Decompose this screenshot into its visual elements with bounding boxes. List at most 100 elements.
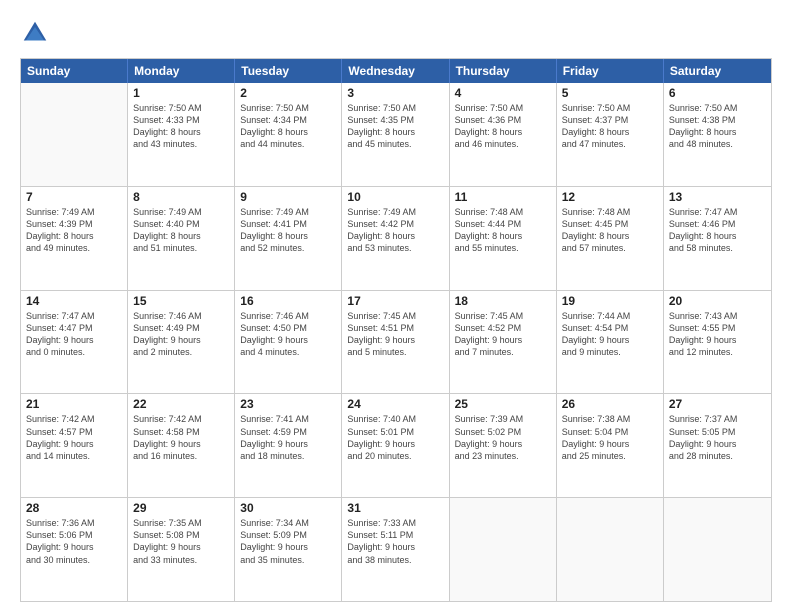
cell-info: Sunrise: 7:49 AMSunset: 4:40 PMDaylight:…	[133, 206, 229, 255]
empty-cell	[557, 498, 664, 601]
day-number: 15	[133, 294, 229, 308]
header	[20, 18, 772, 48]
cell-info: Sunrise: 7:47 AMSunset: 4:47 PMDaylight:…	[26, 310, 122, 359]
calendar: SundayMondayTuesdayWednesdayThursdayFrid…	[20, 58, 772, 602]
logo-icon	[20, 18, 50, 48]
day-number: 18	[455, 294, 551, 308]
day-number: 26	[562, 397, 658, 411]
logo	[20, 18, 54, 48]
day-cell-6: 6Sunrise: 7:50 AMSunset: 4:38 PMDaylight…	[664, 83, 771, 186]
cell-info: Sunrise: 7:46 AMSunset: 4:49 PMDaylight:…	[133, 310, 229, 359]
day-number: 9	[240, 190, 336, 204]
day-cell-29: 29 Sunrise: 7:35 AMSunset: 5:08 PMDayligh…	[128, 498, 235, 601]
day-cell-2: 2 Sunrise: 7:50 AMSunset: 4:34 PMDaylight…	[235, 83, 342, 186]
empty-cell	[21, 83, 128, 186]
cell-info: Sunrise: 7:49 AMSunset: 4:41 PMDaylight:…	[240, 206, 336, 255]
day-cell-10: 10 Sunrise: 7:49 AMSunset: 4:42 PMDayligh…	[342, 187, 449, 290]
day-cell-25: 25 Sunrise: 7:39 AMSunset: 5:02 PMDayligh…	[450, 394, 557, 497]
weekday-header-monday: Monday	[128, 59, 235, 83]
cell-info: Sunrise: 7:47 AMSunset: 4:46 PMDaylight:…	[669, 206, 766, 255]
calendar-row-0: 1Sunrise: 7:50 AMSunset: 4:33 PMDaylight…	[21, 83, 771, 187]
day-number: 8	[133, 190, 229, 204]
cell-info: Sunrise: 7:36 AMSunset: 5:06 PMDaylight:…	[26, 517, 122, 566]
cell-info: Sunrise: 7:33 AMSunset: 5:11 PMDaylight:…	[347, 517, 443, 566]
day-cell-11: 11 Sunrise: 7:48 AMSunset: 4:44 PMDayligh…	[450, 187, 557, 290]
day-number: 24	[347, 397, 443, 411]
day-number: 31	[347, 501, 443, 515]
cell-info: Sunrise: 7:43 AMSunset: 4:55 PMDaylight:…	[669, 310, 766, 359]
cell-info: Sunrise: 7:50 AMSunset: 4:36 PMDaylight:…	[455, 102, 551, 151]
day-cell-16: 16 Sunrise: 7:46 AMSunset: 4:50 PMDayligh…	[235, 291, 342, 394]
day-cell-21: 21 Sunrise: 7:42 AMSunset: 4:57 PMDayligh…	[21, 394, 128, 497]
empty-cell	[664, 498, 771, 601]
day-cell-12: 12 Sunrise: 7:48 AMSunset: 4:45 PMDayligh…	[557, 187, 664, 290]
page: SundayMondayTuesdayWednesdayThursdayFrid…	[0, 0, 792, 612]
day-number: 5	[562, 86, 658, 100]
empty-cell	[450, 498, 557, 601]
day-cell-20: 20 Sunrise: 7:43 AMSunset: 4:55 PMDayligh…	[664, 291, 771, 394]
day-cell-23: 23 Sunrise: 7:41 AMSunset: 4:59 PMDayligh…	[235, 394, 342, 497]
day-cell-22: 22Sunrise: 7:42 AMSunset: 4:58 PMDayligh…	[128, 394, 235, 497]
day-number: 30	[240, 501, 336, 515]
day-number: 11	[455, 190, 551, 204]
day-cell-3: 3Sunrise: 7:50 AMSunset: 4:35 PMDaylight…	[342, 83, 449, 186]
cell-info: Sunrise: 7:41 AMSunset: 4:59 PMDaylight:…	[240, 413, 336, 462]
day-cell-30: 30 Sunrise: 7:34 AMSunset: 5:09 PMDayligh…	[235, 498, 342, 601]
calendar-body: 1Sunrise: 7:50 AMSunset: 4:33 PMDaylight…	[21, 83, 771, 601]
day-number: 14	[26, 294, 122, 308]
weekday-header-tuesday: Tuesday	[235, 59, 342, 83]
cell-info: Sunrise: 7:49 AMSunset: 4:39 PMDaylight:…	[26, 206, 122, 255]
day-number: 25	[455, 397, 551, 411]
day-cell-14: 14 Sunrise: 7:47 AMSunset: 4:47 PMDayligh…	[21, 291, 128, 394]
cell-info: Sunrise: 7:50 AMSunset: 4:33 PMDaylight:…	[133, 102, 229, 151]
cell-info: Sunrise: 7:48 AMSunset: 4:44 PMDaylight:…	[455, 206, 551, 255]
day-number: 13	[669, 190, 766, 204]
day-cell-5: 5 Sunrise: 7:50 AMSunset: 4:37 PMDaylight…	[557, 83, 664, 186]
day-cell-15: 15 Sunrise: 7:46 AMSunset: 4:49 PMDayligh…	[128, 291, 235, 394]
cell-info: Sunrise: 7:42 AMSunset: 4:57 PMDaylight:…	[26, 413, 122, 462]
cell-info: Sunrise: 7:42 AMSunset: 4:58 PMDaylight:…	[133, 413, 229, 462]
day-cell-27: 27Sunrise: 7:37 AMSunset: 5:05 PMDayligh…	[664, 394, 771, 497]
cell-info: Sunrise: 7:38 AMSunset: 5:04 PMDaylight:…	[562, 413, 658, 462]
day-cell-24: 24 Sunrise: 7:40 AMSunset: 5:01 PMDayligh…	[342, 394, 449, 497]
cell-info: Sunrise: 7:34 AMSunset: 5:09 PMDaylight:…	[240, 517, 336, 566]
day-number: 21	[26, 397, 122, 411]
cell-info: Sunrise: 7:48 AMSunset: 4:45 PMDaylight:…	[562, 206, 658, 255]
cell-info: Sunrise: 7:50 AMSunset: 4:37 PMDaylight:…	[562, 102, 658, 151]
cell-info: Sunrise: 7:40 AMSunset: 5:01 PMDaylight:…	[347, 413, 443, 462]
day-number: 19	[562, 294, 658, 308]
day-number: 17	[347, 294, 443, 308]
cell-info: Sunrise: 7:46 AMSunset: 4:50 PMDaylight:…	[240, 310, 336, 359]
cell-info: Sunrise: 7:50 AMSunset: 4:38 PMDaylight:…	[669, 102, 766, 151]
day-number: 27	[669, 397, 766, 411]
day-cell-19: 19 Sunrise: 7:44 AMSunset: 4:54 PMDayligh…	[557, 291, 664, 394]
cell-info: Sunrise: 7:45 AMSunset: 4:52 PMDaylight:…	[455, 310, 551, 359]
day-number: 12	[562, 190, 658, 204]
cell-info: Sunrise: 7:39 AMSunset: 5:02 PMDaylight:…	[455, 413, 551, 462]
day-number: 28	[26, 501, 122, 515]
day-number: 2	[240, 86, 336, 100]
day-number: 23	[240, 397, 336, 411]
weekday-header-saturday: Saturday	[664, 59, 771, 83]
calendar-row-2: 14 Sunrise: 7:47 AMSunset: 4:47 PMDayligh…	[21, 291, 771, 395]
calendar-row-3: 21 Sunrise: 7:42 AMSunset: 4:57 PMDayligh…	[21, 394, 771, 498]
day-number: 16	[240, 294, 336, 308]
day-number: 7	[26, 190, 122, 204]
day-cell-13: 13 Sunrise: 7:47 AMSunset: 4:46 PMDayligh…	[664, 187, 771, 290]
cell-info: Sunrise: 7:50 AMSunset: 4:34 PMDaylight:…	[240, 102, 336, 151]
day-cell-7: 7 Sunrise: 7:49 AMSunset: 4:39 PMDaylight…	[21, 187, 128, 290]
cell-info: Sunrise: 7:49 AMSunset: 4:42 PMDaylight:…	[347, 206, 443, 255]
calendar-header: SundayMondayTuesdayWednesdayThursdayFrid…	[21, 59, 771, 83]
day-cell-4: 4Sunrise: 7:50 AMSunset: 4:36 PMDaylight…	[450, 83, 557, 186]
weekday-header-wednesday: Wednesday	[342, 59, 449, 83]
cell-info: Sunrise: 7:35 AMSunset: 5:08 PMDaylight:…	[133, 517, 229, 566]
day-number: 10	[347, 190, 443, 204]
cell-info: Sunrise: 7:44 AMSunset: 4:54 PMDaylight:…	[562, 310, 658, 359]
calendar-row-4: 28 Sunrise: 7:36 AMSunset: 5:06 PMDayligh…	[21, 498, 771, 601]
day-number: 29	[133, 501, 229, 515]
day-cell-28: 28 Sunrise: 7:36 AMSunset: 5:06 PMDayligh…	[21, 498, 128, 601]
day-number: 20	[669, 294, 766, 308]
day-cell-8: 8 Sunrise: 7:49 AMSunset: 4:40 PMDaylight…	[128, 187, 235, 290]
day-cell-17: 17Sunrise: 7:45 AMSunset: 4:51 PMDayligh…	[342, 291, 449, 394]
day-cell-26: 26 Sunrise: 7:38 AMSunset: 5:04 PMDayligh…	[557, 394, 664, 497]
